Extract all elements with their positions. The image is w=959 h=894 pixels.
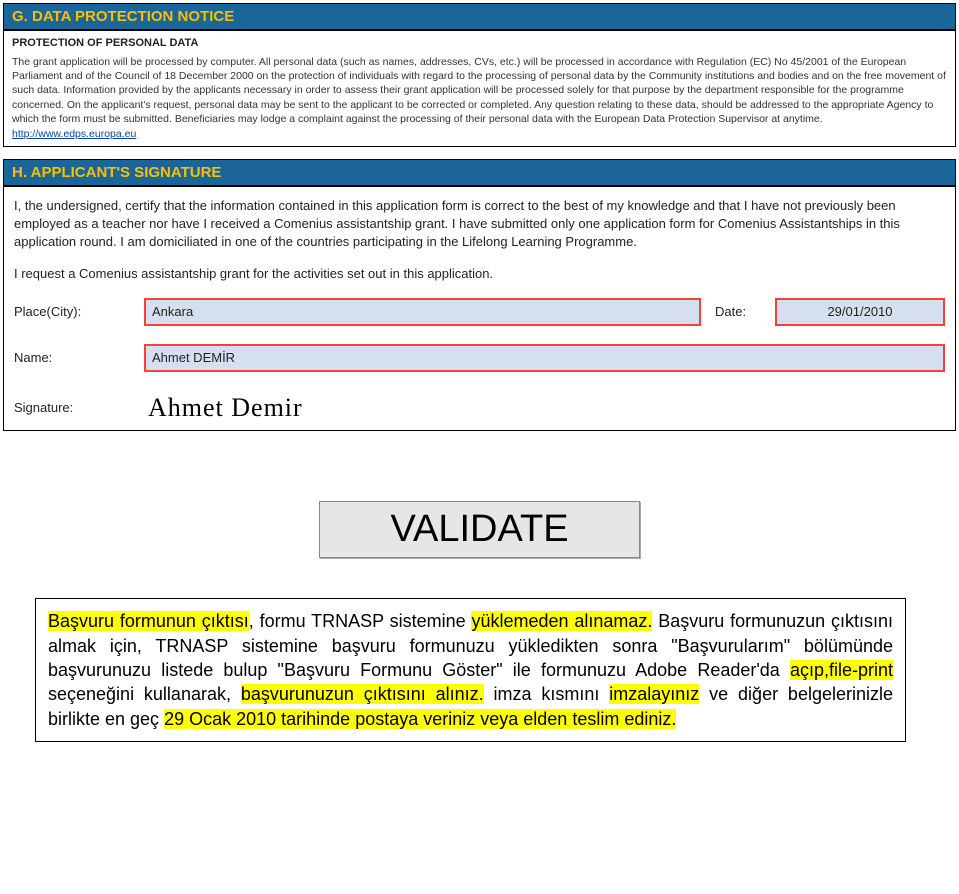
instr-s3d: 29 Ocak 2010 tarihinde postaya veriniz v… [164, 709, 676, 729]
instr-s3a: imza kısmını [484, 684, 610, 704]
input-date[interactable]: 29/01/2010 [775, 298, 945, 326]
validate-button[interactable]: VALIDATE [319, 501, 639, 558]
instr-s3b: imzalayınız [609, 684, 699, 704]
section-h-header: H. APPLICANT'S SIGNATURE [3, 159, 956, 186]
declaration-p2: I request a Comenius assistantship grant… [14, 265, 945, 283]
label-name: Name: [14, 349, 144, 367]
section-g-header: G. DATA PROTECTION NOTICE [3, 3, 956, 30]
label-signature: Signature: [14, 399, 144, 417]
input-name[interactable]: Ahmet DEMİR [144, 344, 945, 372]
instr-s2b: açıp,file-print [790, 660, 893, 680]
section-h-body: I, the undersigned, certify that the inf… [3, 186, 956, 432]
protection-body: The grant application will be processed … [12, 55, 947, 126]
declaration-p1: I, the undersigned, certify that the inf… [14, 197, 945, 252]
row-signature: Signature: Ahmet Demir [14, 390, 945, 426]
label-place: Place(City): [14, 303, 144, 321]
instr-s1a: Başvuru formunun çıktısı [48, 611, 249, 631]
instr-s1c: yüklemeden alınamaz. [471, 611, 652, 631]
instr-s1b: , formu TRNASP sistemine [249, 611, 472, 631]
edps-link[interactable]: http://www.edps.europa.eu [12, 128, 136, 140]
instruction-box: Başvuru formunun çıktısı, formu TRNASP s… [35, 598, 906, 741]
instr-s2c: seçeneğini kullanarak, [48, 684, 241, 704]
instr-s2d: başvurunuzun çıktısını alınız. [241, 684, 484, 704]
row-place-date: Place(City): Ankara Date: 29/01/2010 [14, 298, 945, 326]
label-date: Date: [705, 303, 775, 321]
input-place[interactable]: Ankara [144, 298, 701, 326]
row-name: Name: Ahmet DEMİR [14, 344, 945, 372]
section-g-body: PROTECTION OF PERSONAL DATA The grant ap… [3, 30, 956, 147]
protection-title: PROTECTION OF PERSONAL DATA [12, 37, 947, 49]
signature-value: Ahmet Demir [144, 390, 303, 426]
